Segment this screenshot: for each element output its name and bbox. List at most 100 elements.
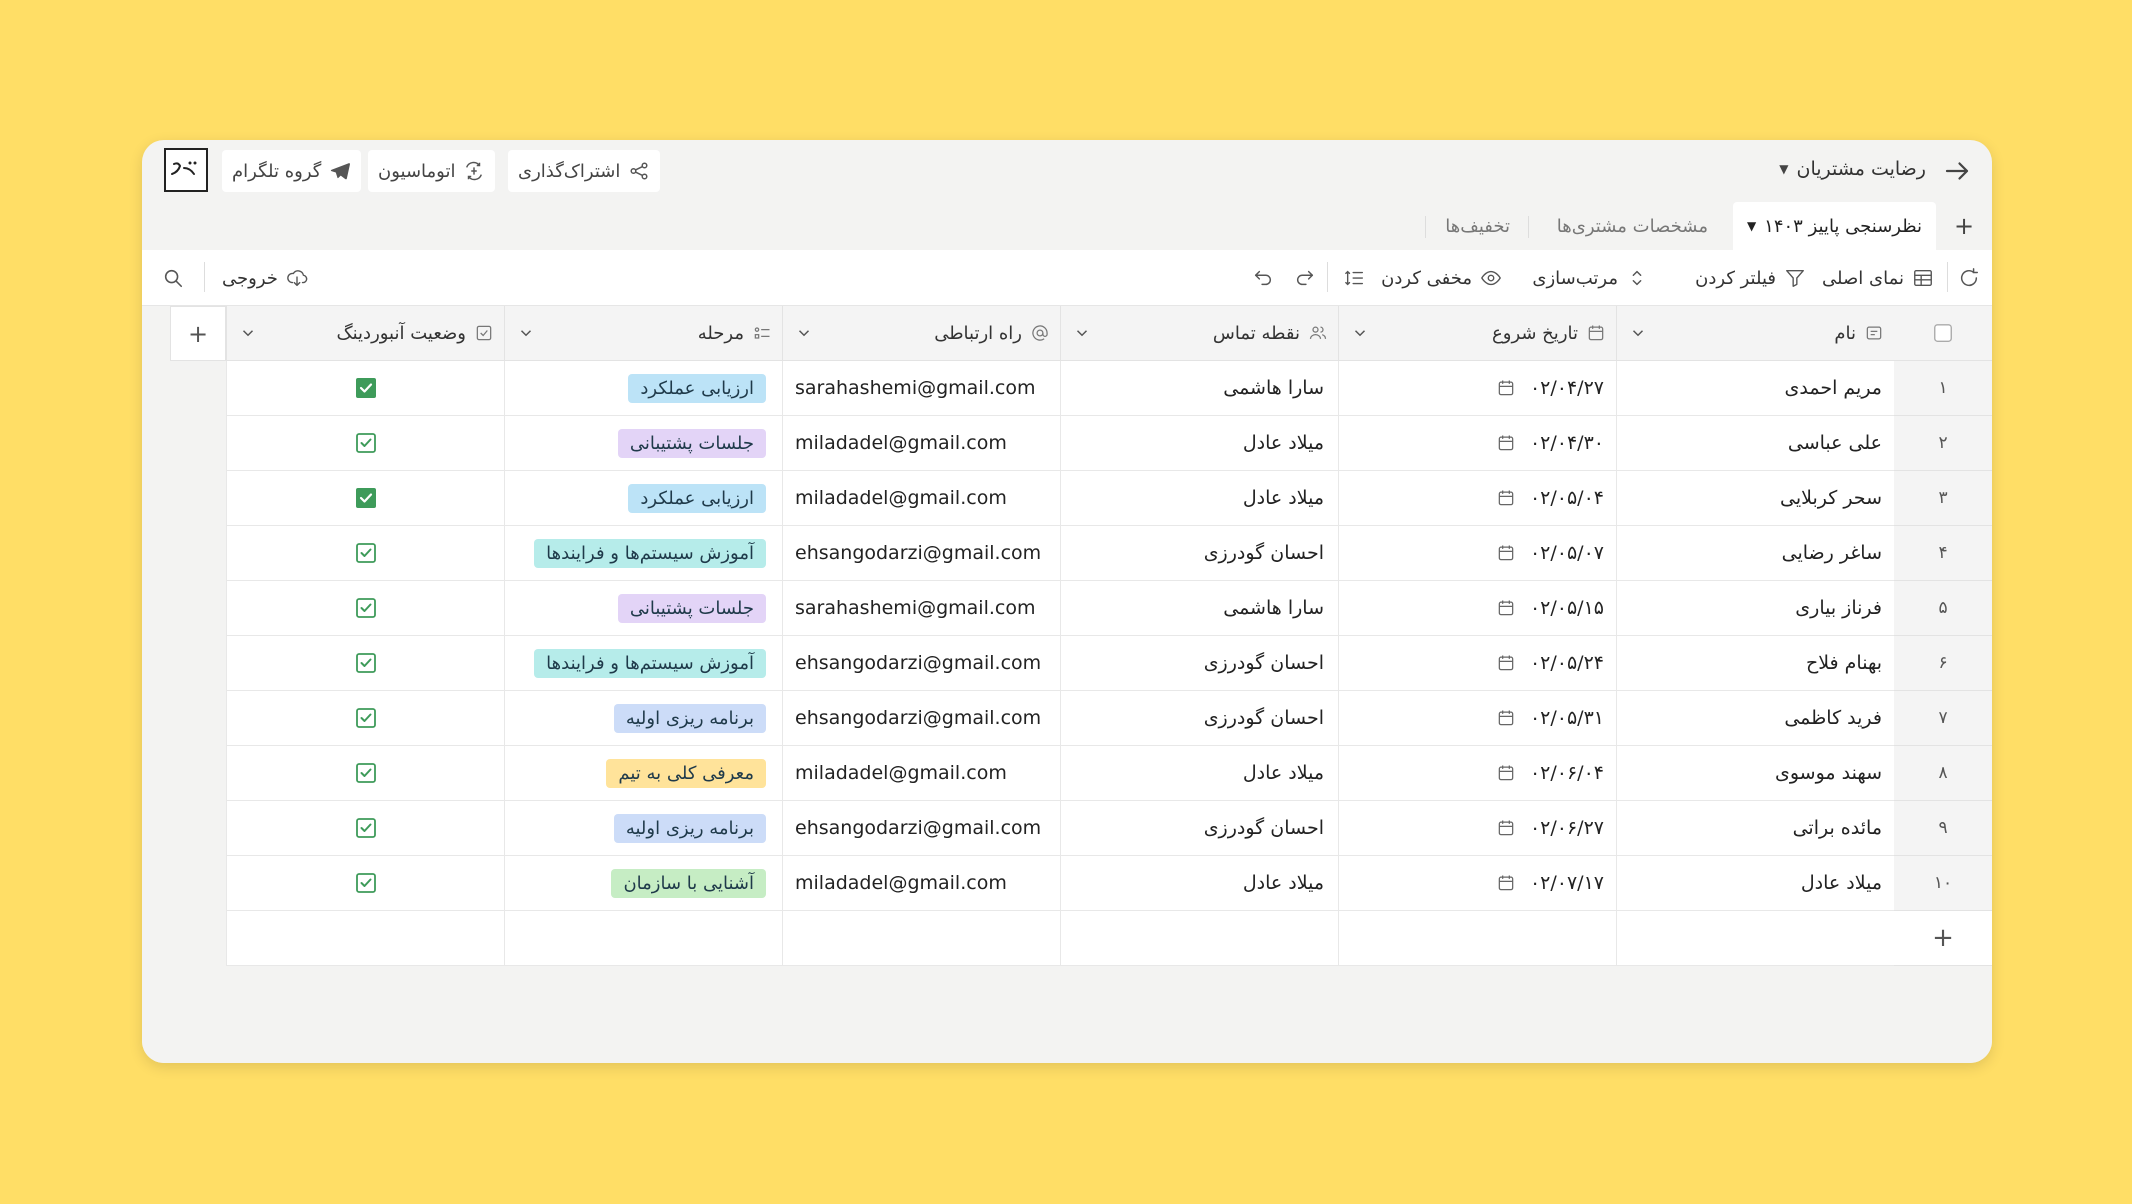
cell-name[interactable]: مریم احمدی [1616, 361, 1894, 416]
cell-name[interactable]: علی عباسی [1616, 416, 1894, 471]
empty-new-row-cell[interactable] [504, 911, 782, 966]
cell-name[interactable]: فرناز بیاری [1616, 581, 1894, 636]
cell-start-date[interactable]: ۰۲/۰۵/۱۵ [1338, 581, 1616, 636]
cell-name[interactable]: میلاد عادل [1616, 856, 1894, 911]
row-height-button[interactable] [1344, 264, 1366, 292]
cell-name[interactable]: ساغر رضایی [1616, 526, 1894, 581]
cell-email[interactable]: miladadel@gmail.com [782, 856, 1060, 911]
select-all-checkbox-icon[interactable] [1932, 322, 1954, 344]
cell-contact[interactable]: سارا هاشمی [1060, 361, 1338, 416]
checkbox-checked-outline-icon[interactable] [354, 761, 378, 785]
calendar-icon[interactable] [1496, 818, 1516, 838]
cell-onboarding[interactable] [226, 801, 504, 856]
column-header[interactable]: مرحله [504, 306, 782, 361]
refresh-button[interactable] [1958, 264, 1980, 292]
checkbox-checked-outline-icon[interactable] [354, 651, 378, 675]
cell-email[interactable]: miladadel@gmail.com [782, 471, 1060, 526]
cell-name[interactable]: فرید کاظمی [1616, 691, 1894, 746]
redo-button[interactable] [1294, 264, 1316, 292]
cell-name[interactable]: مائده براتی [1616, 801, 1894, 856]
calendar-icon[interactable] [1496, 763, 1516, 783]
cell-name[interactable]: سهند موسوی [1616, 746, 1894, 801]
cell-email[interactable]: sarahashemi@gmail.com [782, 361, 1060, 416]
empty-new-row-cell[interactable] [1060, 911, 1338, 966]
back-arrow-icon[interactable] [1942, 156, 1972, 186]
checkbox-checked-icon[interactable] [354, 486, 378, 510]
checkbox-checked-icon[interactable] [354, 376, 378, 400]
export-button[interactable]: خروجی [222, 264, 308, 292]
checkbox-checked-outline-icon[interactable] [354, 816, 378, 840]
cell-email[interactable]: miladadel@gmail.com [782, 416, 1060, 471]
add-tab-button[interactable]: + [1950, 212, 1978, 240]
checkbox-checked-outline-icon[interactable] [354, 871, 378, 895]
cell-onboarding[interactable] [226, 416, 504, 471]
cell-onboarding[interactable] [226, 526, 504, 581]
calendar-icon[interactable] [1496, 433, 1516, 453]
chevron-down-icon[interactable] [517, 324, 535, 342]
cell-start-date[interactable]: ۰۲/۰۴/۳۰ [1338, 416, 1616, 471]
cell-onboarding[interactable] [226, 856, 504, 911]
add-row-button[interactable]: + [1894, 911, 1992, 966]
cell-stage[interactable]: آموزش سیستم‌ها و فرایندها [504, 636, 782, 691]
cell-start-date[interactable]: ۰۲/۰۵/۳۱ [1338, 691, 1616, 746]
cell-contact[interactable]: میلاد عادل [1060, 856, 1338, 911]
column-header[interactable]: نقطه تماس [1060, 306, 1338, 361]
tab-discounts[interactable]: تخفیف‌ها [1445, 202, 1510, 250]
filter-button[interactable]: فیلتر کردن [1695, 264, 1806, 292]
cell-onboarding[interactable] [226, 746, 504, 801]
cell-contact[interactable]: میلاد عادل [1060, 746, 1338, 801]
base-title[interactable]: رضایت مشتریان ▼ [1779, 158, 1926, 180]
column-header[interactable]: تاریخ شروع [1338, 306, 1616, 361]
telegram-group-button[interactable]: گروه تلگرام [222, 150, 362, 192]
cell-stage[interactable]: ارزیابی عملکرد [504, 361, 782, 416]
checkbox-checked-outline-icon[interactable] [354, 706, 378, 730]
tab-autumn-survey[interactable]: نظرسنجی پاییز ۱۴۰۳ ▼ [1732, 202, 1936, 250]
empty-new-row-cell[interactable] [1338, 911, 1616, 966]
cell-onboarding[interactable] [226, 636, 504, 691]
cell-contact[interactable]: احسان گودرزی [1060, 691, 1338, 746]
cell-stage[interactable]: برنامه ریزی اولیه [504, 691, 782, 746]
cell-stage[interactable]: جلسات پشتیبانی [504, 581, 782, 636]
cell-contact[interactable]: میلاد عادل [1060, 471, 1338, 526]
calendar-icon[interactable] [1496, 598, 1516, 618]
cell-start-date[interactable]: ۰۲/۰۷/۱۷ [1338, 856, 1616, 911]
cell-email[interactable]: sarahashemi@gmail.com [782, 581, 1060, 636]
cell-start-date[interactable]: ۰۲/۰۵/۲۴ [1338, 636, 1616, 691]
empty-new-row-cell[interactable] [226, 911, 504, 966]
cell-start-date[interactable]: ۰۲/۰۴/۲۷ [1338, 361, 1616, 416]
chevron-down-icon[interactable] [1073, 324, 1091, 342]
cell-contact[interactable]: احسان گودرزی [1060, 801, 1338, 856]
sort-button[interactable]: مرتب‌سازی [1532, 264, 1648, 292]
share-button[interactable]: اشتراک‌گذاری [508, 150, 661, 192]
checkbox-checked-outline-icon[interactable] [354, 541, 378, 565]
calendar-icon[interactable] [1496, 488, 1516, 508]
cell-name[interactable]: بهنام فلاح [1616, 636, 1894, 691]
add-column-button[interactable]: + [170, 306, 226, 361]
cell-onboarding[interactable] [226, 361, 504, 416]
main-view-button[interactable]: نمای اصلی [1822, 264, 1934, 292]
cell-email[interactable]: ehsangodarzi@gmail.com [782, 636, 1060, 691]
hide-fields-button[interactable]: مخفی کردن [1381, 264, 1502, 292]
calendar-icon[interactable] [1496, 378, 1516, 398]
cell-contact[interactable]: احسان گودرزی [1060, 526, 1338, 581]
calendar-icon[interactable] [1496, 708, 1516, 728]
chevron-down-icon[interactable] [795, 324, 813, 342]
empty-new-row-cell[interactable] [782, 911, 1060, 966]
chevron-down-icon[interactable] [1351, 324, 1369, 342]
cell-email[interactable]: ehsangodarzi@gmail.com [782, 801, 1060, 856]
empty-new-row-cell[interactable] [1616, 911, 1894, 966]
cell-stage[interactable]: معرفی کلی به تیم [504, 746, 782, 801]
cell-email[interactable]: ehsangodarzi@gmail.com [782, 691, 1060, 746]
cell-name[interactable]: سحر کربلایی [1616, 471, 1894, 526]
cell-start-date[interactable]: ۰۲/۰۶/۰۴ [1338, 746, 1616, 801]
cell-start-date[interactable]: ۰۲/۰۵/۰۷ [1338, 526, 1616, 581]
cell-contact[interactable]: سارا هاشمی [1060, 581, 1338, 636]
cell-stage[interactable]: آموزش سیستم‌ها و فرایندها [504, 526, 782, 581]
tab-customer-details[interactable]: مشخصات مشتری‌ها [1557, 202, 1708, 250]
cell-stage[interactable]: آشنایی با سازمان [504, 856, 782, 911]
calendar-icon[interactable] [1496, 543, 1516, 563]
undo-button[interactable] [1252, 264, 1274, 292]
calendar-icon[interactable] [1496, 653, 1516, 673]
cell-email[interactable]: miladadel@gmail.com [782, 746, 1060, 801]
cell-onboarding[interactable] [226, 471, 504, 526]
